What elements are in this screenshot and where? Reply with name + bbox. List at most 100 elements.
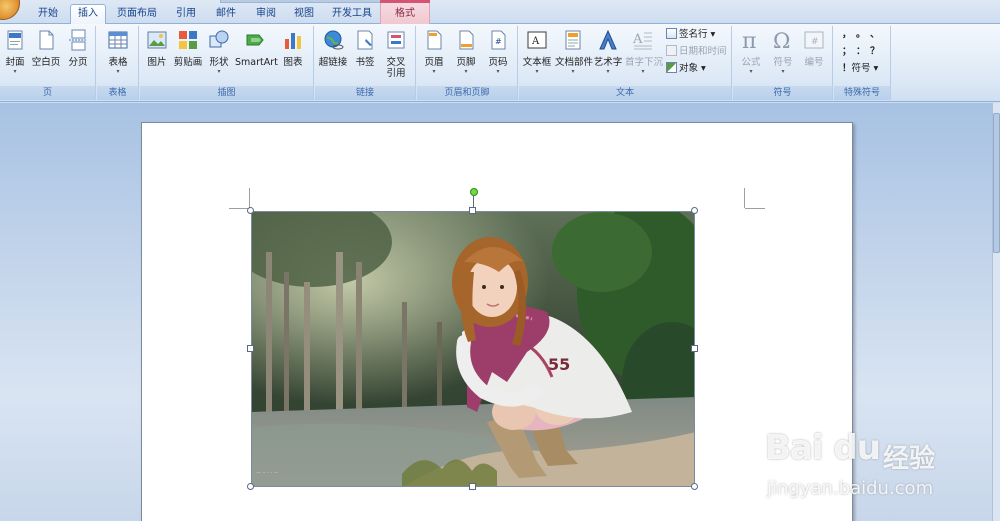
special-char-enum-comma[interactable]: 、	[870, 28, 880, 42]
resize-handle-left[interactable]	[247, 345, 254, 352]
tab-page-layout[interactable]: 页面布局	[112, 5, 162, 24]
signature-line-button[interactable]: 签名行 ▾	[666, 28, 715, 42]
page-break-icon	[69, 29, 87, 51]
group-label-links: 链接	[315, 86, 415, 100]
date-time-button[interactable]: 日期和时间	[666, 45, 727, 59]
resize-handle-right[interactable]	[691, 345, 698, 352]
bookmark-button[interactable]: 书签	[352, 29, 378, 68]
svg-text:#: #	[811, 37, 819, 47]
margin-mark-top-right-v	[744, 188, 745, 208]
resize-handle-bottom-right[interactable]	[691, 483, 698, 490]
clip-art-button[interactable]: 剪贴画	[173, 29, 203, 68]
resize-handle-top-left[interactable]	[247, 207, 254, 214]
group-text: A 文本框 ▾ 文档部件 ▾ 艺术字 ▾ A 首字下沉 ▾ 签名行 ▾ 日期和时间 对象…	[519, 26, 732, 100]
tab-format[interactable]: 格式	[386, 5, 424, 24]
picture-button[interactable]: 图片	[144, 29, 170, 68]
group-links: 超链接 书签 交叉 引用 链接	[315, 26, 416, 100]
rotate-handle[interactable]	[470, 188, 478, 196]
cover-page-icon	[7, 30, 23, 50]
header-button[interactable]: 页眉 ▾	[421, 29, 447, 76]
svg-text:Ω: Ω	[773, 29, 790, 51]
wordart-button[interactable]: 艺术字 ▾	[593, 29, 623, 76]
tab-review[interactable]: 审阅	[248, 5, 284, 24]
tab-mailings[interactable]: 邮件	[208, 5, 244, 24]
resize-handle-bottom-left[interactable]	[247, 483, 254, 490]
equation-button[interactable]: π 公式 ▾	[736, 29, 766, 76]
numbering-icon: #	[804, 31, 824, 49]
blank-page-icon	[39, 30, 54, 50]
drop-cap-button[interactable]: A 首字下沉 ▾	[625, 29, 663, 76]
special-char-period[interactable]: 。	[856, 28, 866, 42]
quick-parts-button[interactable]: 文档部件 ▾	[555, 29, 593, 76]
ribbon: 封面 ▾ 空白页 分页 页 表格 ▾ 表格 图片 剪贴画 形状 ▾ SmartA…	[0, 24, 1000, 102]
tab-references[interactable]: 引用	[168, 5, 204, 24]
smartart-button[interactable]: SmartArt	[235, 29, 278, 68]
footer-button[interactable]: 页脚 ▾	[453, 29, 479, 76]
group-page: 封面 ▾ 空白页 分页 页	[0, 26, 96, 100]
tab-home[interactable]: 开始	[30, 5, 66, 24]
svg-text:A: A	[531, 36, 540, 47]
numbering-button[interactable]: # 编号	[800, 29, 828, 68]
vertical-scrollbar[interactable]	[992, 103, 1000, 521]
group-illustrations: 图片 剪贴画 形状 ▾ SmartArt 图表 插图	[140, 26, 314, 100]
page-number-button[interactable]: # 页码 ▾	[485, 29, 511, 76]
cross-reference-icon	[387, 31, 405, 49]
header-icon	[427, 30, 442, 50]
scrollbar-thumb[interactable]	[993, 113, 1000, 253]
margin-mark-top-right-h	[745, 208, 765, 209]
group-label-table: 表格	[97, 86, 138, 100]
page-break-button[interactable]: 分页	[64, 29, 92, 68]
hyperlink-button[interactable]: 超链接	[318, 29, 348, 68]
tab-view[interactable]: 视图	[286, 5, 322, 24]
table-icon	[108, 31, 128, 49]
text-box-button[interactable]: A 文本框 ▾	[522, 29, 552, 76]
resize-handle-top[interactable]	[469, 207, 476, 214]
pi-icon: π	[742, 29, 756, 54]
shapes-button[interactable]: 形状 ▾	[206, 29, 232, 76]
special-char-colon[interactable]: ：	[856, 45, 866, 59]
signature-line-icon	[666, 28, 677, 39]
calendar-icon	[666, 45, 677, 56]
watermark-url: jingyan.baidu.com	[767, 478, 934, 499]
cross-reference-button[interactable]: 交叉 引用	[381, 29, 411, 79]
special-char-semicolon[interactable]: ；	[842, 45, 852, 59]
svg-text:A: A	[632, 32, 643, 47]
cover-page-button[interactable]: 封面 ▾	[2, 29, 28, 76]
tab-developer[interactable]: 开发工具	[327, 5, 377, 24]
page-number-icon: #	[491, 30, 506, 50]
drop-cap-icon: A	[632, 32, 652, 50]
hyperlink-icon	[324, 30, 344, 50]
special-char-question[interactable]: ？	[870, 45, 880, 59]
svg-text:#: #	[495, 37, 502, 46]
table-button[interactable]: 表格 ▾	[103, 29, 133, 76]
group-label-page: 页	[0, 86, 95, 100]
omega-icon: Ω	[773, 29, 790, 53]
object-icon	[666, 62, 677, 73]
smartart-icon	[246, 34, 264, 46]
object-button[interactable]: 对象 ▾	[666, 62, 706, 76]
inserted-photo[interactable]: 55 ··· ·· · · ···	[251, 211, 695, 487]
footer-icon	[459, 30, 474, 50]
special-symbol-dropdown[interactable]: ！符号 ▾	[842, 62, 878, 76]
blank-page-button[interactable]: 空白页	[30, 29, 62, 68]
resize-handle-bottom[interactable]	[469, 483, 476, 490]
photo-watermark-text: ··· ·· · · ···	[256, 470, 279, 476]
office-button[interactable]	[0, 0, 20, 20]
quick-parts-icon	[565, 30, 581, 50]
svg-text:π: π	[742, 29, 756, 51]
special-char-comma[interactable]: ，	[842, 28, 852, 42]
watermark-brand: Bai du	[765, 428, 881, 468]
group-label-symbols: 符号	[733, 86, 832, 100]
symbol-button[interactable]: Ω 符号 ▾	[769, 29, 797, 76]
svg-text:55: 55	[548, 355, 570, 374]
resize-handle-top-right[interactable]	[691, 207, 698, 214]
text-box-icon: A	[527, 31, 547, 49]
ribbon-tab-bar: 开始 插入 页面布局 引用 邮件 审阅 视图 开发工具 格式	[0, 0, 1000, 25]
group-label-illustrations: 插图	[140, 86, 313, 100]
baidu-jingyan-watermark: Bai du 经验 jingyan.baidu.com	[765, 410, 985, 505]
special-char-exclaim: ！	[842, 63, 852, 74]
group-table: 表格 ▾ 表格	[97, 26, 139, 100]
tab-insert[interactable]: 插入	[70, 4, 106, 25]
group-header-footer: 页眉 ▾ 页脚 ▾ # 页码 ▾ 页眉和页脚	[417, 26, 518, 100]
chart-button[interactable]: 图表	[280, 29, 306, 68]
